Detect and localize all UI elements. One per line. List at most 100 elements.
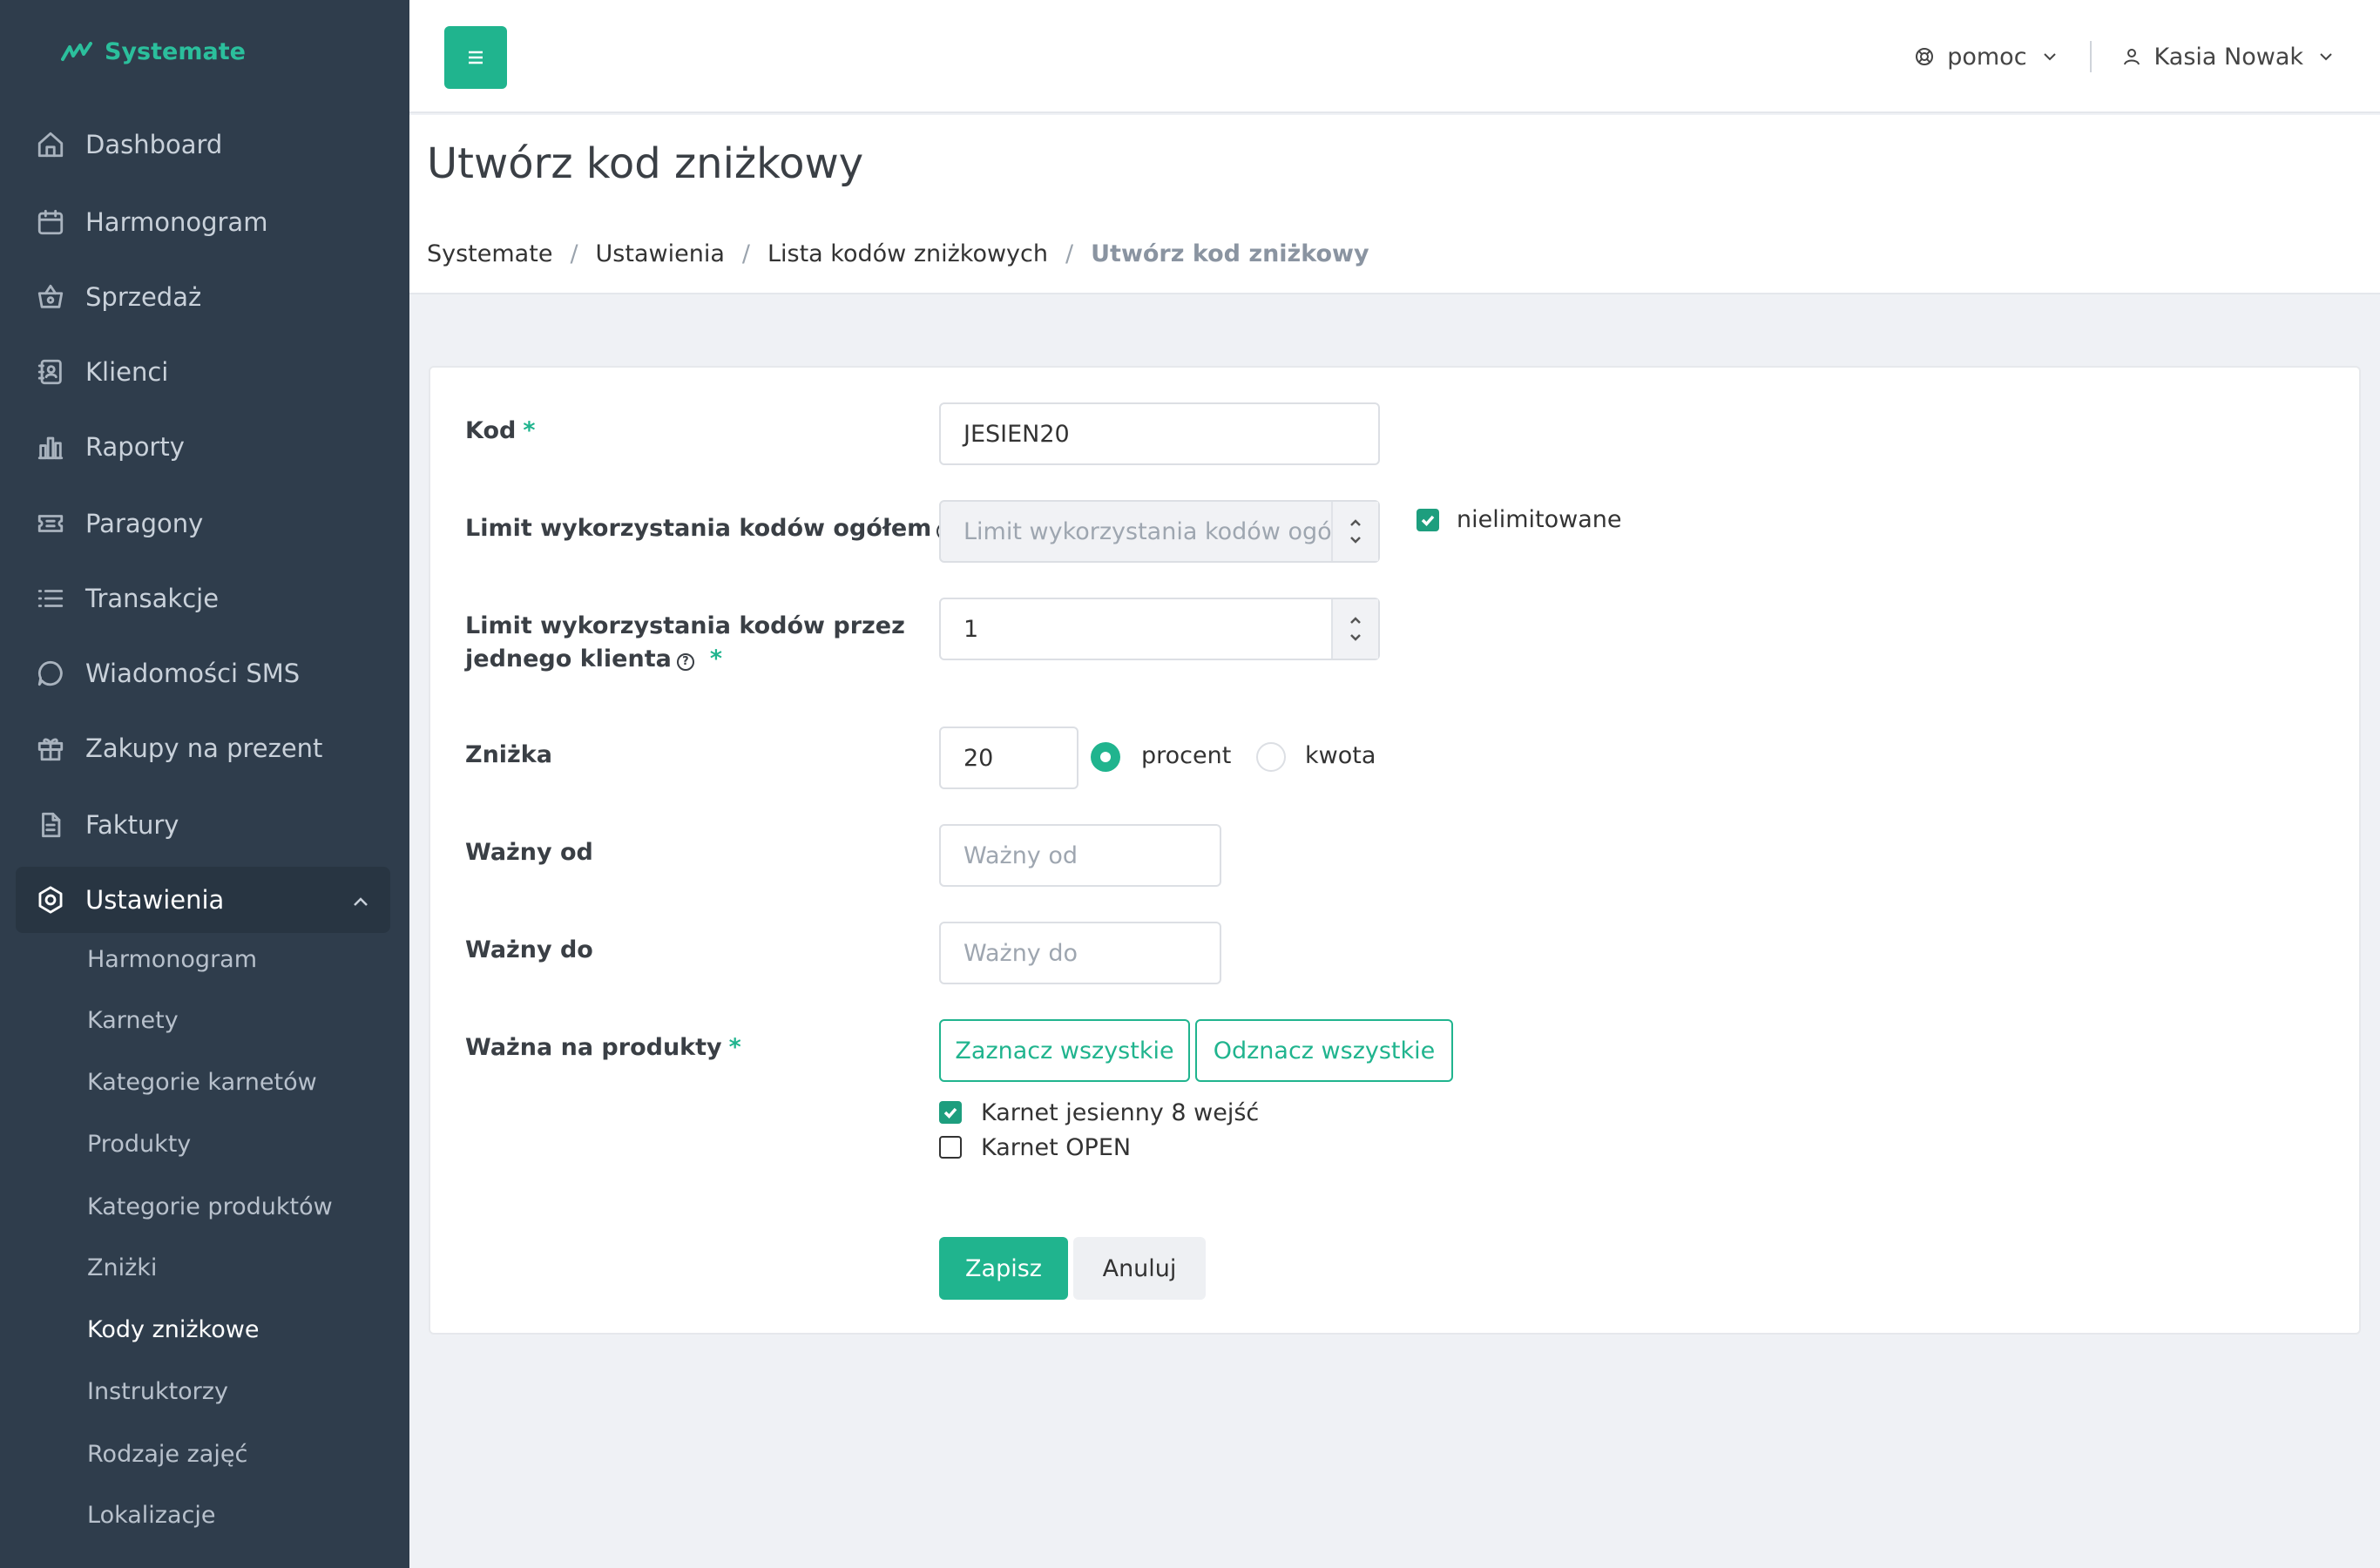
sidebar-item-label: Ustawienia — [85, 885, 225, 915]
client-limit-stepper[interactable] — [1331, 599, 1378, 659]
total-limit-input[interactable]: Limit wykorzystania kodów ogółe — [939, 500, 1380, 563]
hamburger-icon — [469, 51, 483, 64]
discount-amount-radio[interactable] — [1256, 742, 1286, 772]
home-icon — [35, 129, 66, 160]
unlimited-checkbox[interactable] — [1417, 509, 1439, 531]
sidebar-item-sms[interactable]: Wiadomości SMS — [16, 640, 390, 706]
subnav-item-lokalizacje[interactable]: Lokalizacje — [87, 1498, 215, 1533]
chevron-down-icon[interactable] — [1349, 632, 1362, 643]
subnav-item-instruktorzy[interactable]: Instruktorzy — [87, 1375, 228, 1409]
subnav-item-znizki[interactable]: Zniżki — [87, 1251, 157, 1286]
user-icon — [2123, 49, 2140, 65]
user-dropdown[interactable]: Kasia Nowak — [2121, 44, 2336, 71]
chevron-down-icon — [2320, 53, 2332, 61]
client-limit-value: 1 — [963, 615, 979, 643]
valid-to-label: Ważny do — [465, 936, 593, 963]
code-input-value: JESIEN20 — [963, 420, 1070, 448]
valid-from-input[interactable]: Ważny od — [939, 824, 1221, 887]
required-mark: * — [523, 417, 536, 444]
check-icon — [1421, 515, 1435, 527]
total-limit-label: Limit wykorzystania kodów ogółem?* — [465, 512, 973, 545]
page-header: Utwórz kod zniżkowy Systemate / Ustawien… — [409, 115, 2380, 294]
menu-toggle-button[interactable] — [444, 26, 507, 89]
valid-from-label: Ważny od — [465, 839, 593, 866]
subnav-item-harmonogram[interactable]: Harmonogram — [87, 943, 257, 977]
breadcrumb-current: Utwórz kod zniżkowy — [1091, 240, 1369, 267]
discount-percent-label[interactable]: procent — [1141, 740, 1231, 772]
sidebar-item-label: Wiadomości SMS — [85, 659, 301, 688]
product-label[interactable]: Karnet OPEN — [981, 1132, 1131, 1164]
breadcrumb-separator: / — [570, 240, 578, 267]
sidebar-item-label: Faktury — [85, 810, 179, 840]
sidebar-item-label: Raporty — [85, 432, 185, 462]
discount-label: Zniżka — [465, 741, 552, 768]
chevron-up-icon[interactable] — [1349, 615, 1362, 625]
sidebar-item-sprzedaz[interactable]: Sprzedaż — [16, 264, 390, 330]
sidebar-item-harmonogram[interactable]: Harmonogram — [16, 189, 390, 255]
subnav-item-produkty[interactable]: Produkty — [87, 1127, 191, 1162]
sidebar-item-faktury[interactable]: Faktury — [16, 792, 390, 858]
sidebar-item-label: Dashboard — [85, 130, 223, 159]
save-button[interactable]: Zapisz — [939, 1237, 1068, 1300]
sidebar-item-label: Transakcje — [85, 584, 220, 613]
help-dropdown[interactable]: pomoc — [1914, 44, 2059, 71]
chevron-up-icon[interactable] — [1349, 517, 1362, 528]
unlimited-label[interactable]: nielimitowane — [1457, 504, 1622, 536]
valid-to-input[interactable]: Ważny do — [939, 922, 1221, 984]
discount-value: 20 — [963, 744, 994, 772]
products-label: Ważna na produkty * — [465, 1031, 741, 1064]
client-limit-label-line2: jednego klienta — [465, 645, 672, 672]
breadcrumb-item[interactable]: Systemate — [427, 240, 552, 267]
lifebuoy-icon — [1916, 48, 1934, 65]
cancel-button[interactable]: Anuluj — [1073, 1237, 1206, 1300]
sidebar-item-label: Paragony — [85, 509, 204, 538]
chevron-up-icon[interactable] — [350, 889, 371, 910]
discount-code-form: Kod * JESIEN20 Limit wykorzystania kodów … — [429, 366, 2361, 1335]
valid-to-placeholder: Ważny do — [963, 939, 1078, 967]
sidebar-item-label: Sprzedaż — [85, 282, 202, 312]
ticket-icon — [35, 508, 66, 539]
discount-value-input[interactable]: 20 — [939, 727, 1078, 789]
client-limit-input[interactable]: 1 — [939, 598, 1380, 660]
sidebar-item-paragony[interactable]: Paragony — [16, 490, 390, 557]
brand-logo[interactable]: Systemate — [61, 38, 246, 65]
topbar-actions: pomoc Kasia Nowak — [1914, 35, 2336, 78]
client-limit-label-line2-wrap: jednego klienta? * — [465, 643, 905, 676]
subnav-item-kategorie-produktow[interactable]: Kategorie produktów — [87, 1190, 333, 1225]
sidebar-item-raporty[interactable]: Raporty — [16, 414, 390, 480]
bar-chart-icon — [35, 431, 66, 463]
subnav-item-rodzaje-zajec[interactable]: Rodzaje zajęć — [87, 1437, 247, 1472]
breadcrumb-item[interactable]: Lista kodów zniżkowych — [767, 240, 1048, 267]
chat-icon — [35, 658, 66, 689]
calendar-icon — [35, 206, 66, 238]
product-checkbox[interactable] — [939, 1101, 962, 1124]
sidebar-item-transakcje[interactable]: Transakcje — [16, 565, 390, 632]
breadcrumb: Systemate / Ustawienia / Lista kodów zni… — [427, 240, 1369, 267]
product-checkbox[interactable] — [939, 1136, 962, 1159]
topbar: pomoc Kasia Nowak — [409, 0, 2380, 113]
sidebar-item-klienci[interactable]: Klienci — [16, 339, 390, 405]
sidebar-item-zakupy-na-prezent[interactable]: Zakupy na prezent — [16, 715, 390, 781]
document-icon — [35, 809, 66, 841]
subnav-item-kody-znizkowe[interactable]: Kody zniżkowe — [87, 1313, 259, 1348]
settings-icon — [35, 884, 66, 916]
deselect-all-button[interactable]: Odznacz wszystkie — [1195, 1019, 1453, 1082]
sidebar-item-ustawienia[interactable]: Ustawienia — [16, 867, 390, 933]
breadcrumb-item[interactable]: Ustawienia — [596, 240, 725, 267]
total-limit-label-text: Limit wykorzystania kodów ogółem — [465, 515, 932, 542]
select-all-button[interactable]: Zaznacz wszystkie — [939, 1019, 1190, 1082]
required-mark: * — [728, 1034, 741, 1061]
discount-amount-label[interactable]: kwota — [1305, 740, 1376, 772]
product-label[interactable]: Karnet jesienny 8 wejść — [981, 1098, 1259, 1129]
help-icon[interactable]: ? — [676, 653, 694, 671]
breadcrumb-separator: / — [741, 240, 750, 267]
subnav-item-kategorie-karnetow[interactable]: Kategorie karnetów — [87, 1065, 317, 1100]
code-input[interactable]: JESIEN20 — [939, 402, 1380, 465]
sidebar-item-dashboard[interactable]: Dashboard — [16, 112, 390, 178]
subnav-item-karnety[interactable]: Karnety — [87, 1004, 179, 1038]
chevron-down-icon[interactable] — [1349, 535, 1362, 545]
total-limit-placeholder: Limit wykorzystania kodów ogółe — [963, 517, 1353, 545]
total-limit-stepper[interactable] — [1331, 502, 1378, 561]
discount-percent-radio[interactable] — [1091, 742, 1120, 772]
sidebar-item-label: Zakupy na prezent — [85, 733, 323, 763]
